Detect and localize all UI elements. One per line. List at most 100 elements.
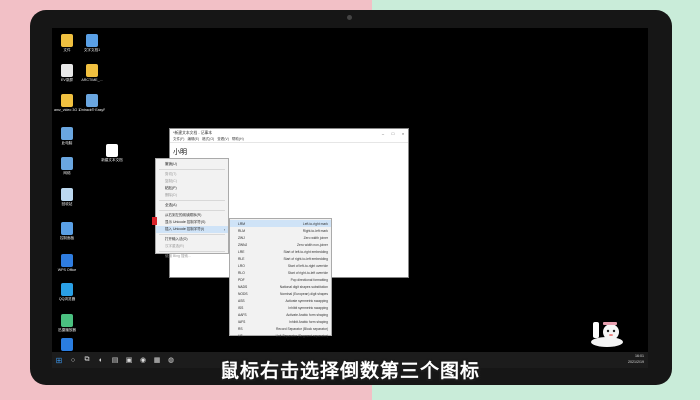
control-char-code: NODS [238,291,248,296]
submenu-item[interactable]: PDF Pop directional formatting [230,276,331,283]
control-char-code: ZWNJ [238,242,248,247]
app-icon [61,34,73,47]
minimize-button[interactable]: – [378,131,388,136]
desktop-icon[interactable]: 新建文本文档 [99,144,125,162]
desktop-icon-label: 文字文档1 [83,48,101,52]
submenu-item[interactable]: LRE Start of left-to-right embedding [230,248,331,255]
desktop-icon[interactable]: EV录屏 [54,64,80,82]
desktop-icon-label: 迅捷播放器 [58,328,76,332]
control-char-description: Left-to-right mark [302,221,328,226]
submenu-item[interactable]: ZWJ Zero width joiner [230,234,331,241]
notepad-titlebar[interactable]: *新建文本文档 - 记事本 – □ × [170,129,408,137]
submenu-item[interactable]: ISS Inhibit symmetric swapping [230,304,331,311]
desktop-icon[interactable]: QQ浏览器 [54,283,80,301]
submenu-item[interactable]: LRO Start of left-to-right override [230,262,331,269]
close-button[interactable]: × [398,131,408,136]
notepad-title: *新建文本文档 - 记事本 [173,130,213,135]
context-menu-item[interactable]: 使用 Bing 搜索... [156,253,228,260]
desktop-icon[interactable]: 回收站 [54,188,80,206]
submenu-item[interactable]: AAFS Activate Arabic form shaping [230,311,331,318]
desktop-icon-label: amz_video 3G 100 5... [54,108,80,112]
menu-item-label: 粘贴(P) [165,186,177,190]
desktop-icon-label: 回收站 [61,202,73,206]
submenu-item[interactable]: NADS National digit shapes substitution [230,283,331,290]
menu-help[interactable]: 帮助(H) [232,137,244,142]
desktop-icon[interactable]: 迅捷播放器 [54,314,80,332]
desktop-icon-label: 新建文本文档 [101,158,123,162]
submenu-item[interactable]: ZWNJ Zero width non-joiner [230,241,331,248]
menu-separator [159,169,225,170]
desktop-icon[interactable]: 控制面板 [54,222,80,240]
notepad-text: 小明 [173,149,187,156]
menu-item-label: 使用 Bing 搜索... [165,254,191,258]
control-char-description: Record Separator (Block separator) [275,326,328,331]
submenu-item[interactable]: IAFS Inhibit Arabic form shaping [230,318,331,325]
app-icon [61,338,73,351]
control-char-code: ZWJ [238,235,245,240]
control-char-description: Nominal (European) digit shapes [279,291,328,296]
submenu-item[interactable]: NODS Nominal (European) digit shapes [230,290,331,297]
context-menu-item[interactable]: 全选(A) [156,202,228,209]
context-menu-item[interactable]: 复制(C) [156,178,228,185]
submenu-item[interactable]: LRM Left-to-right mark [230,220,331,227]
menu-item-label: 插入 Unicode 控制字符(I) [165,227,205,231]
desktop-icon[interactable]: 此电脑 [54,127,80,145]
desktop-icon[interactable] [54,338,80,351]
menu-item-label: 打开输入法(O) [165,237,188,241]
control-char-code: ISS [238,305,244,310]
control-char-code: LRO [238,263,245,268]
menu-file[interactable]: 文件(F) [173,137,184,142]
submenu-item[interactable]: RLM Right-to-left mark [230,227,331,234]
menu-item-label: 删除(D) [165,193,177,197]
desktop-icon[interactable]: 网络 [54,157,80,175]
context-menu-item[interactable]: 撤销(U) [156,161,228,168]
app-icon [61,314,73,327]
context-menu-item[interactable]: 汉字重选(R) [156,243,228,250]
menu-view[interactable]: 查看(V) [217,137,229,142]
app-icon [61,283,73,296]
highlight-marker [152,217,157,225]
desktop-icon[interactable]: amz_video 3G 100 5... [54,94,80,112]
control-char-description: Pop directional formatting [290,277,328,282]
app-icon [86,34,98,47]
submenu-item[interactable]: RLO Start of right-to-left override [230,269,331,276]
control-char-code: RS [238,326,243,331]
context-menu-item[interactable]: 从右到左的阅读顺序(R) [156,212,228,219]
desktop-icon-label: 控制面板 [59,236,75,240]
app-icon [61,127,73,140]
app-icon [61,64,73,77]
desktop-icon-label: 此电脑 [61,141,73,145]
menu-format[interactable]: 格式(O) [202,137,214,142]
context-menu-item[interactable]: 插入 Unicode 控制字符(I) › [156,226,228,233]
app-icon [86,64,98,77]
desktop-icon[interactable]: 文字文档1 [79,34,105,52]
context-menu-item[interactable]: 粘贴(P) [156,185,228,192]
desktop-icon[interactable]: WPS Office [54,254,80,272]
app-icon [86,94,98,107]
desktop-icon[interactable]: ARCTIME_... [79,64,105,82]
menu-item-label: 从右到左的阅读顺序(R) [165,213,202,217]
menu-edit[interactable]: 编辑(E) [187,137,199,142]
desktop-icon[interactable]: 文件 [54,34,80,52]
app-icon [61,188,73,201]
menu-item-label: 全选(A) [165,203,177,207]
context-menu-item[interactable]: 删除(D) [156,192,228,199]
maximize-button[interactable]: □ [388,131,398,136]
submenu-item[interactable]: ASS Activate symmetric swapping [230,297,331,304]
desktop-icon-label: ARCTIME_... [81,78,103,82]
submenu-item[interactable]: US Unit Separator (Segment separator) [230,332,331,339]
control-char-code: RLE [238,256,245,261]
desktop-icon[interactable]: Ontrack® EasyRecov... [79,94,105,112]
context-menu-item[interactable]: 剪切(T) [156,171,228,178]
menu-separator [159,210,225,211]
submenu-item[interactable]: RLE Start of right-to-left embedding [230,255,331,262]
control-char-description: Start of left-to-right embedding [283,249,328,254]
menu-separator [159,200,225,201]
context-menu-item[interactable]: 打开输入法(O) [156,236,228,243]
submenu-item[interactable]: RS Record Separator (Block separator) [230,325,331,332]
context-menu: 撤销(U) 剪切(T) 复制(C) 粘贴(P) 删除(D) 全选(A) 从右到左的阅读顺序(… [155,158,229,258]
control-char-code: RLO [238,270,245,275]
menu-item-label: 剪切(T) [165,172,177,176]
control-char-description: Zero width joiner [303,235,328,240]
context-menu-item[interactable]: 显示 Unicode 控制字符(S) [156,219,228,226]
